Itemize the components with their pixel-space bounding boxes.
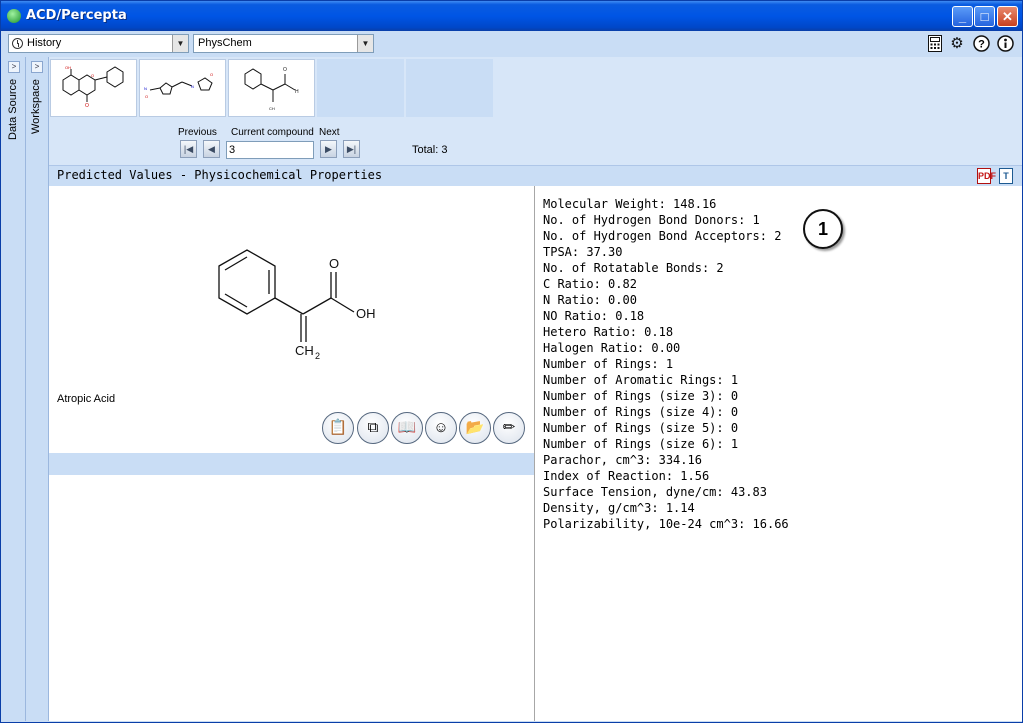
property-row: Index of Reaction: 1.56	[543, 469, 710, 483]
empty-thumbnail-slot	[317, 59, 404, 117]
property-row: N Ratio: 0.00	[543, 293, 637, 307]
svg-text:O: O	[283, 67, 287, 73]
structure-pane: O OH CH 2 Atropic Acid 📋 ⧉ 📖 ☺ 📂 ✏	[49, 186, 534, 721]
total-count: Total: 3	[412, 144, 448, 156]
compound-thumbnail[interactable]: N O N O	[139, 59, 226, 117]
compound-strip: OH O O N O N O O H CH Previous Current c…	[49, 57, 1022, 165]
history-dropdown[interactable]: History ▼	[8, 34, 189, 53]
property-row: TPSA: 37.30	[543, 245, 623, 259]
export-text-icon[interactable]: T	[999, 168, 1013, 184]
property-row: No. of Hydrogen Bond Donors: 1	[543, 213, 760, 227]
properties-pane: Molecular Weight: 148.16 No. of Hydrogen …	[535, 186, 1022, 721]
next-compound-button[interactable]: ▶	[320, 140, 337, 158]
svg-text:OH: OH	[65, 65, 71, 70]
svg-text:N: N	[144, 86, 147, 91]
property-row: No. of Hydrogen Bond Acceptors: 2	[543, 229, 782, 243]
gear-icon[interactable]: ⚙	[948, 35, 966, 53]
svg-text:?: ?	[978, 39, 985, 51]
main-toolbar: History ▼ PhysChem ▼ ⚙ ?	[1, 31, 1022, 57]
property-row: Number of Rings (size 5): 0	[543, 421, 739, 435]
compound-thumbnail[interactable]: OH O O	[50, 59, 137, 117]
property-row: Halogen Ratio: 0.00	[543, 341, 681, 355]
callout-badge: 1	[803, 209, 843, 249]
svg-text:O: O	[91, 73, 94, 78]
info-icon[interactable]	[996, 35, 1014, 53]
svg-text:O: O	[85, 103, 89, 109]
window-title: ACD/Percepta	[26, 8, 127, 23]
last-compound-button[interactable]: ▶|	[343, 140, 360, 158]
svg-text:CH: CH	[269, 106, 275, 111]
history-dropdown-value: History	[27, 37, 62, 49]
smiley-button[interactable]: ☺	[425, 412, 457, 444]
next-label: Next	[319, 127, 340, 138]
property-row: Surface Tension, dyne/cm: 43.83	[543, 485, 767, 499]
module-dropdown[interactable]: PhysChem ▼	[193, 34, 374, 53]
copy-structure-button[interactable]: ⧉	[357, 412, 389, 444]
property-row: Density, g/cm^3: 1.14	[543, 501, 695, 515]
property-row: Number of Rings: 1	[543, 357, 674, 371]
property-row: NO Ratio: 0.18	[543, 309, 645, 323]
current-compound-label: Current compound	[231, 127, 314, 138]
empty-thumbnail-slot	[406, 59, 493, 117]
property-row: Molecular Weight: 148.16	[543, 197, 717, 211]
property-row: Polarizability, 10e-24 cm^3: 16.66	[543, 517, 789, 531]
chevron-down-icon[interactable]: ▼	[172, 35, 188, 52]
property-row: C Ratio: 0.82	[543, 277, 637, 291]
module-dropdown-value: PhysChem	[198, 37, 252, 49]
property-row: Number of Rings (size 6): 1	[543, 437, 739, 451]
previous-compound-button[interactable]: ◀	[203, 140, 220, 158]
open-folder-button[interactable]: 📂	[459, 412, 491, 444]
paste-structure-button[interactable]: 📋	[322, 412, 354, 444]
svg-text:O: O	[145, 94, 148, 99]
close-button[interactable]: ✕	[997, 6, 1018, 27]
structure-pane-footer	[49, 453, 534, 475]
clock-icon	[12, 38, 23, 49]
compound-thumbnail-selected[interactable]: O H CH	[228, 59, 315, 117]
current-compound-input[interactable]	[226, 141, 314, 159]
svg-text:H: H	[295, 89, 299, 95]
svg-text:O: O	[210, 72, 213, 77]
structure-drawing: O OH CH 2	[218, 249, 376, 361]
methylene-subscript: 2	[315, 351, 320, 361]
hydroxyl-label: OH	[356, 306, 376, 321]
title-bar[interactable]: ACD/Percepta _ □ ✕	[1, 1, 1022, 31]
edit-structure-button[interactable]: ✏	[493, 412, 525, 444]
workspace-tab[interactable]: Workspace	[30, 79, 42, 199]
data-source-strip[interactable]: > Data Source	[4, 57, 26, 721]
minimize-button[interactable]: _	[952, 6, 973, 27]
property-row: Number of Rings (size 4): 0	[543, 405, 739, 419]
first-compound-button[interactable]: |◀	[180, 140, 197, 158]
open-book-button[interactable]: 📖	[391, 412, 423, 444]
compound-name: Atropic Acid	[57, 393, 116, 405]
export-pdf-icon[interactable]: PDF	[977, 168, 996, 184]
methylene-label: CH	[295, 343, 314, 358]
data-source-tab[interactable]: Data Source	[7, 79, 19, 199]
oxygen-label: O	[329, 256, 339, 271]
expand-icon[interactable]: >	[8, 61, 20, 73]
help-icon[interactable]: ?	[972, 35, 990, 53]
calculator-icon[interactable]	[926, 35, 944, 53]
property-row: Number of Rings (size 3): 0	[543, 389, 739, 403]
previous-label: Previous	[178, 127, 217, 138]
workspace-strip[interactable]: > Workspace	[27, 57, 49, 721]
svg-text:N: N	[191, 84, 194, 89]
maximize-button[interactable]: □	[974, 6, 995, 27]
property-row: No. of Rotatable Bonds: 2	[543, 261, 724, 275]
properties-list: Molecular Weight: 148.16 No. of Hydrogen …	[543, 196, 789, 532]
app-window: ACD/Percepta _ □ ✕ History ▼ PhysChem ▼ …	[0, 0, 1023, 723]
chevron-down-icon[interactable]: ▼	[357, 35, 373, 52]
expand-icon[interactable]: >	[31, 61, 43, 73]
panel-title: Predicted Values - Physicochemical Prope…	[57, 168, 383, 182]
property-row: Number of Aromatic Rings: 1	[543, 373, 739, 387]
property-row: Hetero Ratio: 0.18	[543, 325, 674, 339]
property-row: Parachor, cm^3: 334.16	[543, 453, 702, 467]
app-logo-icon	[7, 9, 21, 23]
panel-header: Predicted Values - Physicochemical Prope…	[49, 165, 1022, 186]
